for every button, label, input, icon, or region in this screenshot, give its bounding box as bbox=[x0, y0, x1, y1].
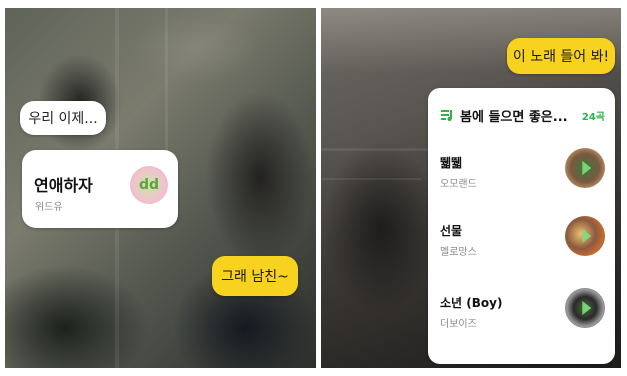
track-cover bbox=[565, 148, 605, 188]
chat-message-bubble: 우리 이제... bbox=[20, 101, 106, 135]
song-title: 연애하자 bbox=[34, 176, 93, 195]
playlist-card[interactable]: 봄에 들으면 좋은... 24곡 뛟뛟 오모랜드 선물 멜로망스 소년 (Boy… bbox=[428, 88, 615, 364]
track-cover bbox=[565, 216, 605, 256]
playlist-track[interactable]: 뛟뛟 오모랜드 bbox=[440, 148, 605, 202]
track-title: 소년 (Boy) bbox=[440, 296, 503, 310]
playlist-track[interactable]: 소년 (Boy) 더보이즈 bbox=[440, 288, 605, 342]
playlist-icon bbox=[440, 108, 454, 122]
cover-play-icon bbox=[582, 229, 592, 243]
track-title: 뛟뛟 bbox=[440, 156, 463, 170]
track-artist: 오모랜드 bbox=[440, 179, 477, 190]
background-railing bbox=[321, 148, 431, 151]
reply-text: 그래 남친~ bbox=[221, 269, 289, 285]
playlist-track[interactable]: 선물 멜로망스 bbox=[440, 216, 605, 270]
shared-song-card[interactable]: 연애하자 위드유 dd bbox=[22, 150, 178, 228]
cover-play-icon bbox=[582, 301, 592, 315]
recommend-text: 이 노래 들어 봐! bbox=[512, 49, 610, 65]
cover-play-icon bbox=[582, 161, 592, 175]
track-title: 선물 bbox=[440, 224, 463, 238]
track-artist: 멜로망스 bbox=[440, 247, 477, 258]
track-cover bbox=[565, 288, 605, 328]
playlist-track-count: 24곡 bbox=[581, 111, 605, 123]
reply-bubble: 그래 남친~ bbox=[212, 256, 298, 296]
album-cover-art: dd bbox=[138, 177, 160, 193]
background-railing bbox=[321, 178, 421, 180]
message-text: 우리 이제... bbox=[28, 111, 98, 127]
song-artist: 위드유 bbox=[35, 202, 63, 213]
track-artist: 더보이즈 bbox=[440, 319, 477, 330]
album-cover: dd bbox=[130, 166, 168, 204]
playlist-header[interactable]: 봄에 들으면 좋은... 24곡 bbox=[440, 107, 605, 125]
recommend-bubble: 이 노래 들어 봐! bbox=[507, 38, 615, 74]
playlist-title: 봄에 들으면 좋은... bbox=[460, 109, 568, 125]
